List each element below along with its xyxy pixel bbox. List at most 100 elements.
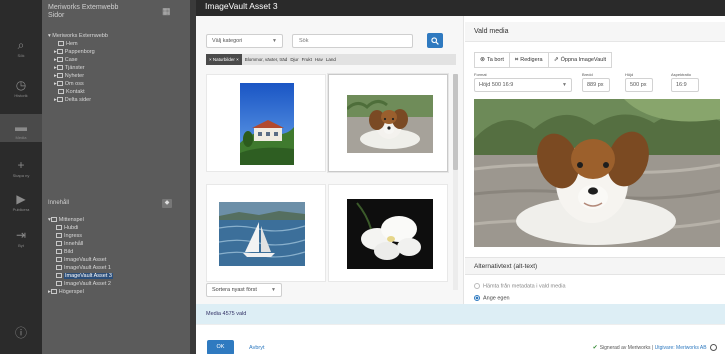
rail-info[interactable]: ⓘ: [0, 326, 42, 340]
media-tree-item[interactable]: Ingress: [56, 233, 82, 239]
edit-button[interactable]: ⌗ Redigera: [508, 52, 549, 68]
tree-item[interactable]: ▾ Meriworks Externwebb: [48, 33, 108, 39]
publish-icon: ▶: [16, 192, 26, 206]
info-icon[interactable]: [710, 344, 717, 352]
page-icon: [58, 41, 64, 47]
media-toolbar: ⊗ Ta bort ⌗ Redigera ⇗ Öppna ImageVault: [474, 52, 613, 68]
image-block-icon: [56, 249, 62, 255]
thumbnail-scrollbar[interactable]: [453, 74, 458, 290]
rail-label: Skapa ny: [12, 173, 30, 178]
media-tree-item[interactable]: ImageVault Asset 1: [56, 265, 111, 271]
grid-icon[interactable]: ▦: [162, 6, 171, 17]
filter-tag[interactable]: Hav: [315, 54, 323, 65]
publisher-link[interactable]: Utgivare: Meriworks AB: [655, 345, 707, 351]
tree-item-label: Delta sider: [64, 97, 92, 103]
rail-switch[interactable]: ⇥ Byt: [0, 228, 42, 248]
media-thumbnail[interactable]: [328, 184, 448, 282]
filter-tag[interactable]: Land: [326, 54, 336, 65]
text-block-icon: [56, 241, 62, 247]
filter-tag[interactable]: Frukt: [302, 54, 312, 65]
filter-chip[interactable]: × Naturbilder ×: [206, 54, 242, 65]
tree-item[interactable]: ▸ Om oss: [54, 81, 84, 87]
media-tree-item[interactable]: Bild: [56, 249, 73, 255]
tree-item[interactable]: Hem: [58, 41, 78, 47]
cancel-button[interactable]: Avbryt: [249, 345, 265, 351]
sort-select[interactable]: Sortera nyast först ▼: [206, 283, 282, 297]
rail-label: Media: [15, 135, 27, 140]
tree-item-label: ImageVault Asset 1: [64, 265, 111, 271]
info-icon: ⓘ: [14, 326, 27, 340]
tree-item[interactable]: ▸ Case: [54, 57, 78, 63]
external-link-icon: ⇗: [553, 57, 559, 63]
remove-icon: ⊗: [480, 57, 486, 63]
text-block-icon: [56, 233, 62, 239]
width-input[interactable]: 889 px: [582, 78, 610, 92]
category-select-value: Välj kategori: [212, 38, 243, 44]
open-imagevault-button[interactable]: ⇗ Öppna ImageVault: [547, 52, 613, 68]
media-tree-item[interactable]: Innehåll: [56, 241, 83, 247]
tree-item[interactable]: ▸ Delta sider: [54, 97, 91, 103]
remove-button-label: Ta bort: [487, 57, 504, 63]
tree-item[interactable]: ▸ Tjänster: [54, 65, 85, 71]
remove-button[interactable]: ⊗ Ta bort: [474, 52, 510, 68]
rail-search[interactable]: ⌕ Sök: [0, 38, 42, 58]
rail-label: Sök: [17, 53, 25, 58]
status-bar: Media 4575 vald: [196, 304, 725, 324]
dialog-footer: OK Avbryt ✔ Signerad av Meriworks | Utgiv…: [196, 324, 725, 354]
orchid-photo: [347, 199, 433, 269]
tree-item[interactable]: ▸ Nyheter: [54, 73, 84, 79]
width-label: Bredd: [582, 72, 593, 77]
tree-item[interactable]: ▸ Pappenborg: [54, 49, 95, 55]
rail-history[interactable]: ◷ Historik: [0, 78, 42, 98]
tree-item-label: ImageVault Asset 3: [64, 273, 113, 279]
rail-create[interactable]: + Skapa ny: [0, 158, 42, 178]
signed-text: Signerad av Meriworks |: [599, 345, 654, 351]
page-icon: [56, 81, 63, 87]
alt-option-label: Hämta från metadata i vald media: [483, 283, 566, 290]
ratio-input[interactable]: 16:9: [671, 78, 699, 92]
format-field: Format Höjd 500 16:9 ▼: [474, 72, 572, 92]
search-icon: [431, 37, 439, 45]
category-select[interactable]: Välj kategori ▼: [206, 34, 283, 48]
height-field: Höjd 500 px: [625, 72, 653, 92]
image-block-icon: [56, 265, 62, 271]
search-button[interactable]: [427, 33, 443, 48]
collapse-icon[interactable]: ◆: [162, 199, 172, 208]
media-thumbnail[interactable]: [206, 74, 326, 172]
ratio-field: Aspektratio 16:9: [671, 72, 699, 92]
format-value: Höjd 500 16:9: [479, 82, 514, 88]
media-tree-item[interactable]: Hubdi: [56, 225, 78, 231]
height-input[interactable]: 500 px: [625, 78, 653, 92]
filter-tag[interactable]: Blommor, växter, träd: [245, 54, 288, 65]
search-input[interactable]: [292, 34, 413, 48]
ok-button[interactable]: OK: [207, 340, 234, 354]
format-select[interactable]: Höjd 500 16:9 ▼: [474, 78, 572, 92]
media-tree-item-selected[interactable]: ImageVault Asset 3: [56, 273, 113, 279]
folder-icon: [50, 217, 57, 223]
page-icon: [56, 73, 63, 79]
tree-item-label: Om oss: [64, 81, 84, 87]
left-rail: ⌕ Sök ◷ Historik ▬ Media + Skapa ny ▶ Pu…: [0, 0, 42, 354]
content-area-title: Innehåll: [48, 200, 70, 206]
media-browser-pane: Välj kategori ▼ × Naturbilder ×Blommor, …: [196, 16, 464, 304]
rail-publish[interactable]: ▶ Publicera: [0, 192, 42, 212]
tree-item-label: Ingress: [64, 233, 83, 239]
site-title-line: Meriworks Extemwebb: [48, 4, 119, 11]
media-thumbnail-selected[interactable]: [328, 74, 448, 172]
media-tree-item[interactable]: ▸ Högerspel: [48, 289, 84, 295]
check-icon: ✔: [592, 345, 598, 351]
alt-option-custom[interactable]: Ange egen: [474, 295, 510, 301]
alt-option-metadata[interactable]: Hämta från metadata i vald media: [474, 283, 566, 289]
media-tree-item[interactable]: ▾ Mittenspel: [48, 217, 84, 223]
media-thumbnail[interactable]: [206, 184, 326, 282]
selected-media-pane: Vald media ⊗ Ta bort ⌗ Redigera ⇗ Öppna Ima…: [465, 16, 725, 304]
media-tree-item[interactable]: ImageVault Asset: [56, 257, 106, 263]
selected-media-preview: [474, 99, 720, 247]
page-tree-panel: Meriworks Extemwebb Sidor ▦ ▾ Meriworks …: [42, 0, 190, 354]
scrollbar-thumb[interactable]: [453, 74, 458, 170]
rail-media[interactable]: ▬ Media: [0, 114, 42, 142]
tree-item[interactable]: Kontakt: [58, 89, 85, 95]
media-tree-item[interactable]: ImageVault Asset 2: [56, 281, 111, 287]
signature-note: ✔ Signerad av Meriworks | Utgivare: Meriw…: [592, 344, 717, 352]
filter-tag[interactable]: Djur: [290, 54, 298, 65]
